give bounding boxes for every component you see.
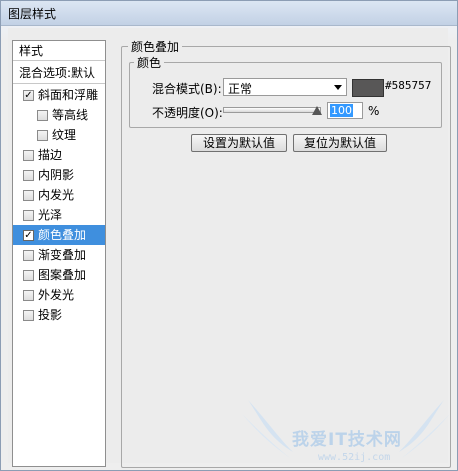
style-item-contour[interactable]: 等高线 <box>13 105 105 125</box>
watermark-url: www.52ij.com <box>318 452 391 463</box>
drop-shadow-checkbox[interactable] <box>23 310 34 321</box>
style-item-label: 图案叠加 <box>38 268 87 282</box>
style-item-satin[interactable]: 光泽 <box>13 205 105 225</box>
blend-mode-value: 正常 <box>228 82 253 96</box>
opacity-slider-handle[interactable] <box>312 106 322 115</box>
style-item-label: 纹理 <box>52 128 77 142</box>
watermark-text: 我爱IT技术网 <box>292 430 402 450</box>
set-default-button[interactable]: 设置为默认值 <box>191 134 287 152</box>
opacity-value: 100 <box>330 104 353 117</box>
color-swatch[interactable] <box>352 79 384 97</box>
style-item-label: 颜色叠加 <box>38 228 87 242</box>
style-item-color-overlay[interactable]: ✓ 颜色叠加 <box>13 225 105 245</box>
window-title: 图层样式 <box>8 7 57 21</box>
outer-glow-checkbox[interactable] <box>23 290 34 301</box>
style-item-bevel-emboss[interactable]: ✓ 斜面和浮雕 <box>13 85 105 105</box>
style-item-label: 渐变叠加 <box>38 248 87 262</box>
title-bar[interactable]: 图层样式 <box>1 1 457 26</box>
style-item-label: 外发光 <box>38 288 75 302</box>
chevron-down-icon <box>334 85 342 90</box>
style-item-label: 光泽 <box>38 208 63 222</box>
style-item-label: 斜面和浮雕 <box>38 88 99 102</box>
style-item-label: 等高线 <box>52 108 89 122</box>
style-item-inner-glow[interactable]: 内发光 <box>13 185 105 205</box>
blend-options-item[interactable]: 混合选项:默认 <box>13 62 105 84</box>
opacity-input[interactable]: 100 <box>327 102 363 119</box>
opacity-slider[interactable] <box>223 107 321 113</box>
pattern-overlay-checkbox[interactable] <box>23 270 34 281</box>
blend-mode-select[interactable]: 正常 <box>223 78 347 96</box>
style-item-label: 描边 <box>38 148 63 162</box>
blend-mode-label: 混合模式(B): <box>152 82 222 96</box>
stroke-checkbox[interactable] <box>23 150 34 161</box>
style-item-texture[interactable]: 纹理 <box>13 125 105 145</box>
style-item-drop-shadow[interactable]: 投影 <box>13 305 105 325</box>
style-item-stroke[interactable]: 描边 <box>13 145 105 165</box>
style-item-label: 内阴影 <box>38 168 75 182</box>
styles-list: 样式 混合选项:默认 ✓ 斜面和浮雕 等高线 纹理 描边 内阴影 内发光 光泽 … <box>12 40 106 467</box>
gradient-overlay-checkbox[interactable] <box>23 250 34 261</box>
opacity-unit: % <box>368 104 380 118</box>
texture-checkbox[interactable] <box>37 130 48 141</box>
style-item-outer-glow[interactable]: 外发光 <box>13 285 105 305</box>
reset-default-button[interactable]: 复位为默认值 <box>293 134 387 152</box>
style-item-inner-shadow[interactable]: 内阴影 <box>13 165 105 185</box>
color-sub-group-title: 颜色 <box>134 54 165 71</box>
inner-glow-checkbox[interactable] <box>23 190 34 201</box>
color-overlay-checkbox[interactable]: ✓ <box>23 230 34 241</box>
color-overlay-group-title: 颜色叠加 <box>128 38 183 55</box>
style-item-label: 内发光 <box>38 188 75 202</box>
style-item-label: 投影 <box>38 308 63 322</box>
styles-header[interactable]: 样式 <box>13 41 105 61</box>
satin-checkbox[interactable] <box>23 210 34 221</box>
inner-shadow-checkbox[interactable] <box>23 170 34 181</box>
contour-checkbox[interactable] <box>37 110 48 121</box>
style-item-pattern-overlay[interactable]: 图案叠加 <box>13 265 105 285</box>
opacity-label: 不透明度(O): <box>152 106 223 120</box>
bevel-emboss-checkbox[interactable]: ✓ <box>23 90 34 101</box>
color-hex-value: #585757 <box>385 79 432 92</box>
style-item-gradient-overlay[interactable]: 渐变叠加 <box>13 245 105 265</box>
